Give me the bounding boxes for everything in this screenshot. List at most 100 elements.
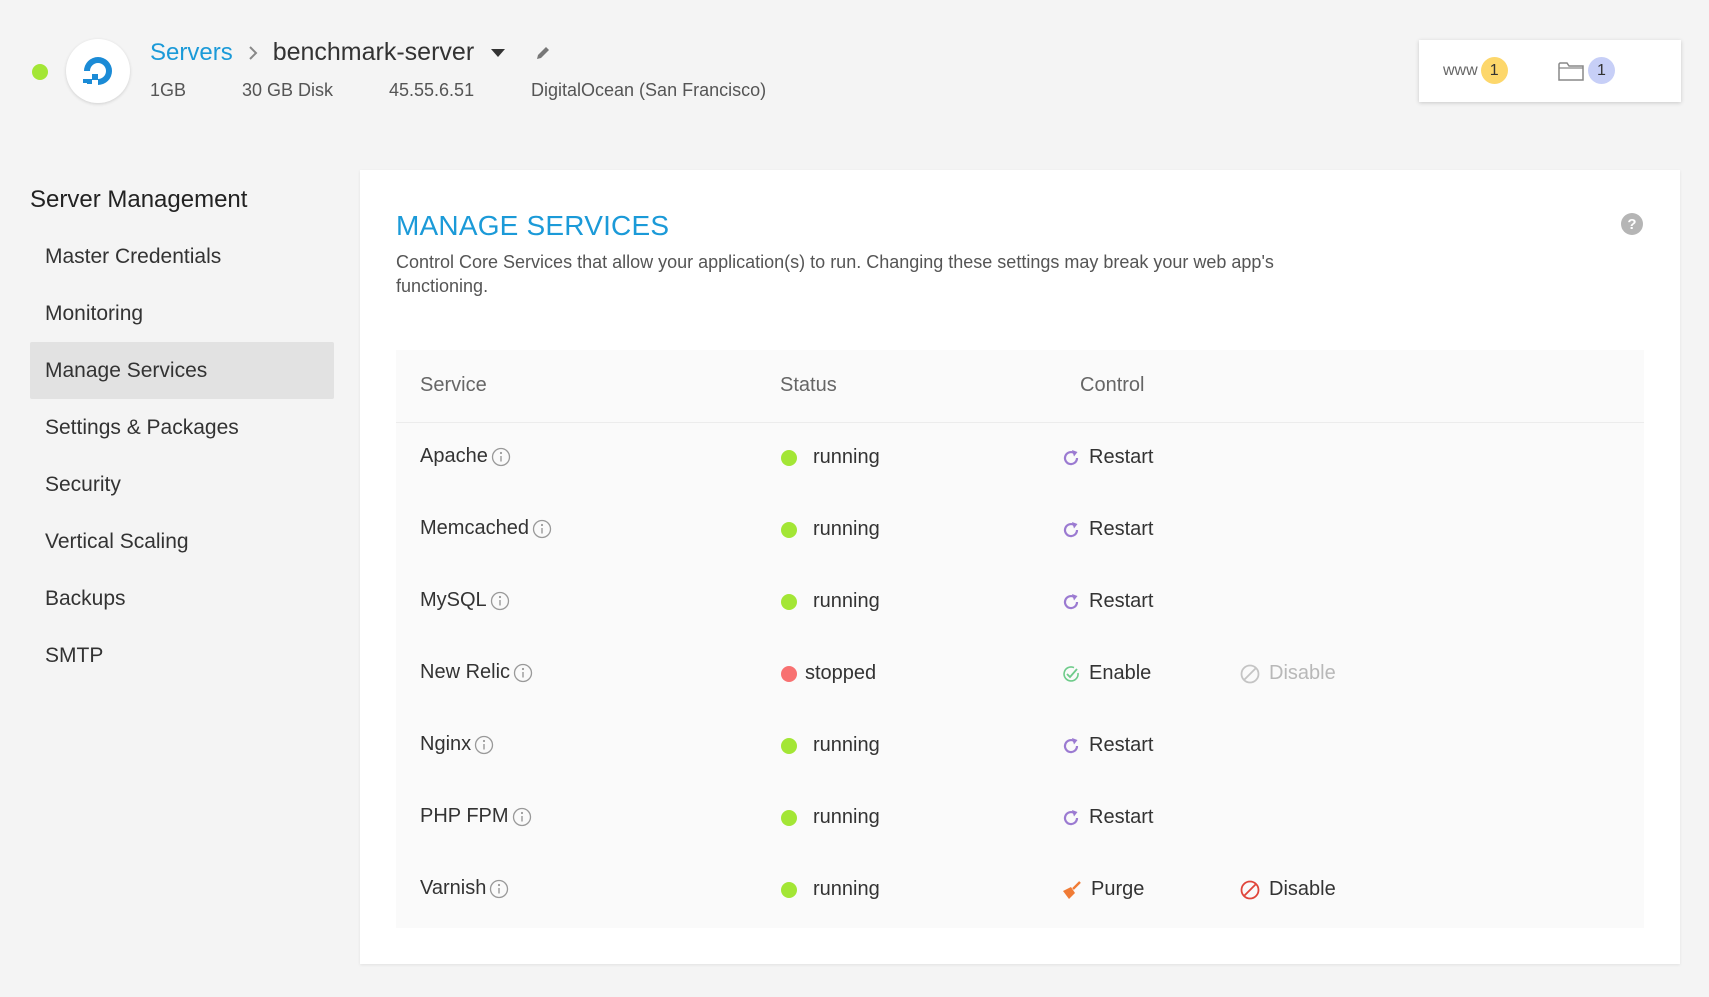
restart-icon: [1061, 592, 1089, 612]
sidebar-item-settings-packages[interactable]: Settings & Packages: [30, 399, 334, 456]
sidebar-item-security[interactable]: Security: [30, 456, 334, 513]
table-row: New Relic stopped Enable Disable: [396, 639, 1644, 711]
sidebar-item-vertical-scaling[interactable]: Vertical Scaling: [30, 513, 334, 570]
service-name: New Relic: [420, 661, 511, 683]
info-icon[interactable]: [512, 662, 534, 684]
service-status: stopped: [805, 662, 877, 684]
action-label: Restart: [1089, 734, 1154, 756]
action-label: Disable: [1269, 878, 1336, 900]
help-icon[interactable]: ?: [1621, 213, 1643, 235]
purge-icon: [1061, 879, 1091, 901]
restart-memcached-button[interactable]: Restart: [1061, 518, 1153, 541]
restart-icon: [1061, 736, 1089, 756]
breadcrumb-servers-link[interactable]: Servers: [150, 39, 233, 67]
server-switcher-caret-icon[interactable]: [490, 48, 506, 58]
info-icon[interactable]: [489, 590, 511, 612]
restart-php-fpm-button[interactable]: Restart: [1061, 806, 1153, 829]
status-running-dot: [781, 737, 797, 754]
server-status-indicator: [32, 64, 48, 80]
page-title: MANAGE SERVICES: [396, 210, 670, 241]
status-running-dot: [781, 809, 797, 826]
server-size: 1GB: [150, 80, 187, 100]
info-icon[interactable]: [473, 734, 495, 756]
digitalocean-logo: [66, 39, 130, 103]
action-label: Disable: [1269, 662, 1336, 684]
table-header: Service Status Control: [396, 350, 1644, 423]
service-status-cell: running: [781, 734, 880, 757]
table-row: Nginx running Restart: [396, 711, 1644, 783]
info-icon[interactable]: [490, 446, 512, 468]
service-status-cell: stopped: [781, 662, 876, 685]
digitalocean-icon: [83, 57, 112, 85]
folder-count-badge: 1: [1588, 57, 1615, 84]
column-header-status: Status: [780, 374, 837, 396]
service-status: running: [813, 590, 880, 612]
www-count-badge: 1: [1480, 57, 1508, 84]
column-header-control: Control: [1080, 374, 1145, 396]
sidebar-item-master-credentials[interactable]: Master Credentials: [30, 228, 334, 285]
disable-icon: [1239, 663, 1269, 685]
info-icon[interactable]: [488, 878, 510, 900]
disable-varnish-button[interactable]: Disable: [1239, 878, 1336, 901]
table-body: Apache running Restart Memcached running Rest…: [396, 423, 1644, 927]
info-icon[interactable]: [511, 806, 533, 828]
service-status: running: [813, 518, 880, 540]
service-name: Apache: [420, 445, 488, 467]
resource-counts-box: www 1 1: [1419, 40, 1681, 102]
table-row: Apache running Restart: [396, 423, 1644, 495]
server-ip: 45.55.6.51: [389, 80, 475, 100]
sidebar-item-manage-services[interactable]: Manage Services: [30, 342, 334, 399]
service-name-cell: MySQL: [420, 589, 511, 612]
restart-mysql-button[interactable]: Restart: [1061, 590, 1153, 613]
table-row: MySQL running Restart: [396, 567, 1644, 639]
service-status: running: [813, 734, 880, 756]
service-name-cell: Nginx: [420, 733, 495, 756]
edit-pencil-icon[interactable]: [534, 44, 552, 62]
service-status-cell: running: [781, 446, 880, 469]
services-table: Service Status Control Apache running Rest…: [396, 350, 1644, 928]
table-row: Memcached running Restart: [396, 495, 1644, 567]
action-label: Enable: [1089, 662, 1152, 684]
folder-count-button[interactable]: 1: [1557, 57, 1615, 84]
www-label: www: [1443, 61, 1478, 79]
restart-icon: [1061, 808, 1089, 828]
table-row: Varnish running Purge Disable: [396, 855, 1644, 927]
www-count-button[interactable]: www 1: [1443, 57, 1508, 84]
column-header-service: Service: [420, 374, 487, 396]
service-name-cell: PHP FPM: [420, 805, 533, 828]
status-running-dot: [781, 521, 797, 538]
sidebar-item-smtp[interactable]: SMTP: [30, 627, 334, 684]
service-status: running: [813, 878, 880, 900]
service-status: running: [813, 446, 880, 468]
server-disk: 30 GB Disk: [242, 80, 334, 100]
service-status-cell: running: [781, 878, 880, 901]
sidebar: Server Management Master Credentials Mon…: [30, 178, 334, 684]
restart-apache-button[interactable]: Restart: [1061, 446, 1153, 469]
sidebar-title: Server Management: [30, 186, 248, 213]
purge-varnish-button[interactable]: Purge: [1061, 878, 1144, 901]
action-label: Restart: [1089, 446, 1154, 468]
action-label: Restart: [1089, 590, 1154, 612]
folder-icon: [1557, 59, 1585, 83]
status-stopped-dot: [781, 665, 797, 682]
sidebar-item-monitoring[interactable]: Monitoring: [30, 285, 334, 342]
page-description: Control Core Services that allow your ap…: [396, 252, 1274, 296]
service-status-cell: running: [781, 590, 880, 613]
sidebar-item-backups[interactable]: Backups: [30, 570, 334, 627]
status-running-dot: [781, 881, 797, 898]
service-status-cell: running: [781, 806, 880, 829]
service-name-cell: Memcached: [420, 517, 553, 540]
restart-nginx-button[interactable]: Restart: [1061, 734, 1153, 757]
status-running-dot: [781, 449, 797, 466]
server-meta: 1GB 30 GB Disk 45.55.6.51 DigitalOcean (…: [150, 80, 766, 101]
server-provider: DigitalOcean (San Francisco): [531, 80, 767, 100]
service-name: MySQL: [420, 589, 487, 611]
table-row: PHP FPM running Restart: [396, 783, 1644, 855]
enable-new-relic-button[interactable]: Enable: [1061, 662, 1151, 685]
service-name-cell: Varnish: [420, 877, 510, 900]
action-label: Purge: [1091, 878, 1145, 900]
restart-icon: [1061, 520, 1089, 540]
info-icon[interactable]: [531, 518, 553, 540]
enable-icon: [1061, 664, 1089, 684]
service-name: PHP FPM: [420, 805, 509, 827]
